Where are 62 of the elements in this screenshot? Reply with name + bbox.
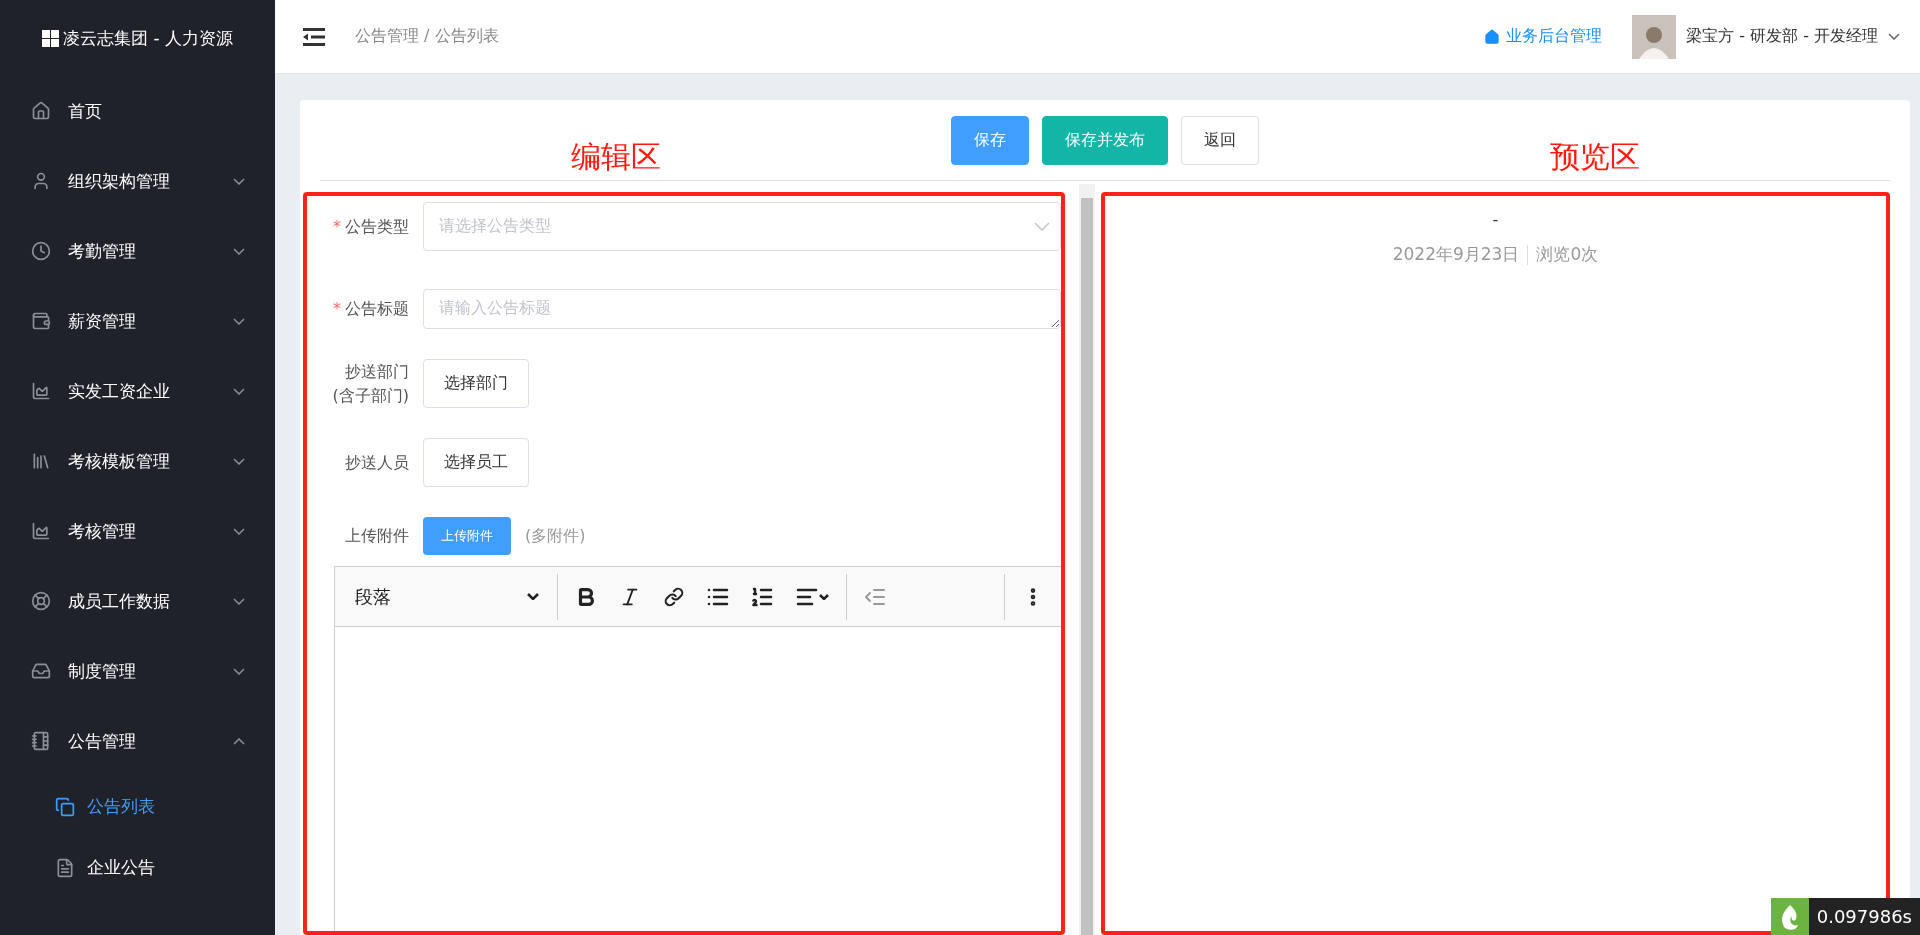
preview-title: - xyxy=(1492,210,1499,229)
menu-toggle-icon[interactable] xyxy=(303,27,325,46)
field-label: * 公告类型 xyxy=(333,216,409,236)
grid-logo-icon xyxy=(42,29,59,47)
home-icon xyxy=(1484,28,1501,45)
chevron-down-icon xyxy=(233,177,245,185)
chart-icon xyxy=(31,381,51,401)
chevron-down-icon xyxy=(233,667,245,675)
user-icon xyxy=(31,171,51,191)
file-icon xyxy=(55,857,75,878)
block-format-dropdown[interactable]: 段落 xyxy=(341,576,551,617)
copy-icon xyxy=(55,796,75,817)
clock-icon xyxy=(31,241,51,261)
chevron-up-icon xyxy=(233,737,245,745)
select-button[interactable]: 选择部门 xyxy=(423,359,529,408)
field-label: 抄送人员 xyxy=(345,452,409,472)
chevron-down-icon xyxy=(233,457,245,465)
chevron-down-icon xyxy=(819,593,829,600)
sidebar-item[interactable]: 考勤管理 xyxy=(0,216,275,286)
sidebar-item[interactable]: 薪资管理 xyxy=(0,286,275,356)
select-button[interactable]: 选择员工 xyxy=(423,438,529,487)
chevron-down-icon xyxy=(233,597,245,605)
sidebar-item[interactable]: 首页 xyxy=(0,76,275,146)
scrollbar[interactable] xyxy=(1079,184,1095,935)
lifebuoy-icon xyxy=(31,591,51,611)
user-menu[interactable]: 梁宝方 - 研发部 - 开发经理 xyxy=(1632,14,1900,59)
chevron-down-icon xyxy=(1888,33,1900,40)
field-label: 抄送部门 (含子部门) xyxy=(332,361,409,405)
chevron-down-icon xyxy=(233,387,245,395)
breadcrumb: 公告管理 / 公告列表 xyxy=(355,26,500,47)
sidebar-item[interactable]: 考核模板管理 xyxy=(0,426,275,496)
sidebar-subitem[interactable]: 企业公告 xyxy=(0,837,275,898)
sidebar-subitem[interactable]: 公告列表 xyxy=(0,776,275,837)
app-title: 凌云志集团 - 人力资源 xyxy=(63,26,233,50)
view-count: 浏览0次 xyxy=(1536,243,1599,266)
chart-icon xyxy=(31,521,51,541)
action-button[interactable]: 返回 xyxy=(1181,115,1259,165)
sidebar-item[interactable]: 制度管理 xyxy=(0,636,275,706)
library-icon xyxy=(31,451,51,471)
home-icon xyxy=(31,101,51,121)
sidebar-item[interactable]: 公告管理 xyxy=(0,706,275,776)
chevron-down-icon xyxy=(233,527,245,535)
sidebar-item[interactable]: 组织架构管理 xyxy=(0,146,275,216)
chevron-down-icon xyxy=(1034,222,1050,231)
tray-icon xyxy=(31,661,51,681)
rich-text-editor[interactable]: 段落 xyxy=(334,566,1061,931)
sidebar-item[interactable]: 实发工资企业 xyxy=(0,356,275,426)
chevron-down-icon xyxy=(233,317,245,325)
avatar-placeholder xyxy=(1632,14,1677,59)
sidebar-item[interactable]: 考核管理 xyxy=(0,496,275,566)
annotation-label: 预览区 xyxy=(1549,138,1640,176)
upload-hint: (多附件) xyxy=(525,525,586,547)
chevron-down-icon xyxy=(233,247,245,255)
sidebar-item[interactable]: 成员工作数据 xyxy=(0,566,275,636)
input-field[interactable]: 请输入公告标题 xyxy=(423,289,1061,329)
chevron-down-icon xyxy=(527,593,539,600)
annotation-label: 编辑区 xyxy=(570,138,661,176)
notebook-icon xyxy=(31,731,51,751)
field-label: * 公告标题 xyxy=(333,299,409,318)
wallet-icon xyxy=(31,311,51,331)
field-label: 上传附件 xyxy=(345,526,409,545)
preview-date: 2022年9月23日 xyxy=(1392,243,1520,266)
